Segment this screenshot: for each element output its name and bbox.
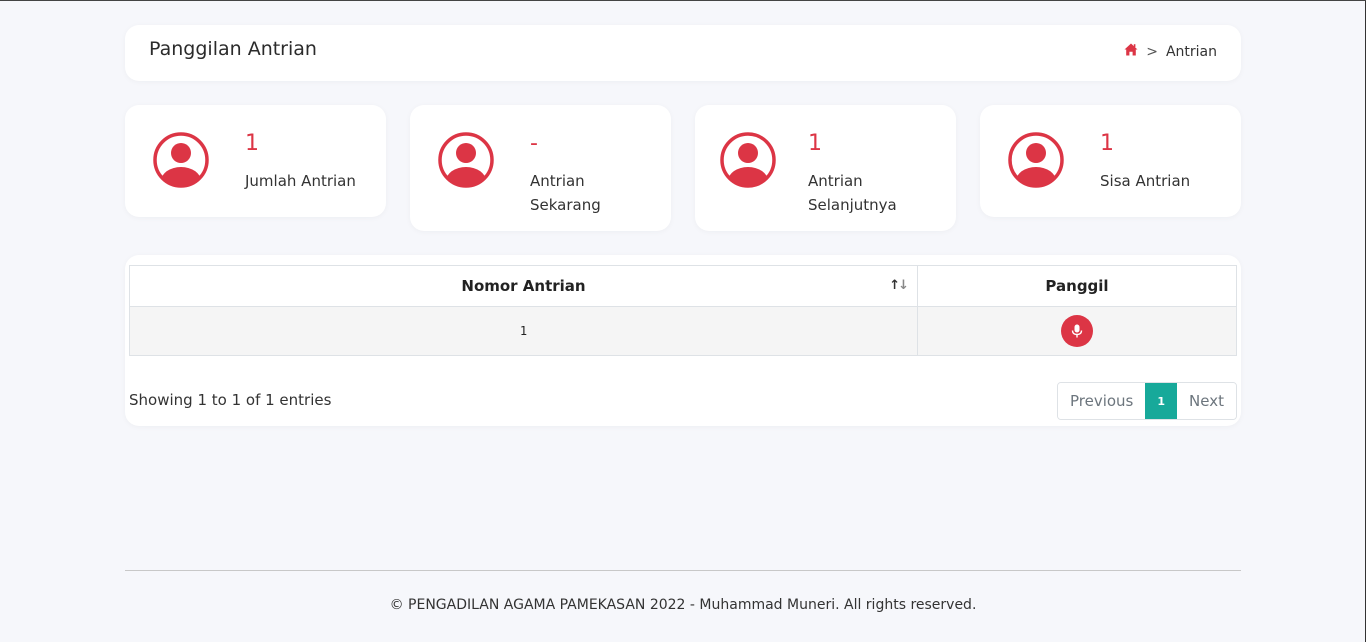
breadcrumb: > Antrian <box>1124 43 1217 60</box>
stat-card-antrian-selanjutnya: 1 Antrian Selanjutnya <box>695 105 956 231</box>
stat-value: - <box>530 131 538 156</box>
cell-nomor-antrian: 1 <box>129 306 918 356</box>
stat-value: 1 <box>1100 131 1114 156</box>
pagination: Previous 1 Next <box>1056 382 1237 420</box>
table-header-row: Nomor Antrian ↑↓ Panggil <box>129 265 1237 307</box>
footer-text: © PENGADILAN AGAMA PAMEKASAN 2022 - Muha… <box>389 597 977 613</box>
home-icon[interactable] <box>1124 43 1138 60</box>
stat-value: 1 <box>808 131 822 156</box>
queue-table-panel: Nomor Antrian ↑↓ Panggil 1 Showing 1 to … <box>125 255 1241 426</box>
user-circle-icon <box>1008 132 1064 188</box>
stat-card-antrian-sekarang: - Antrian Sekarang <box>410 105 671 231</box>
next-page-button[interactable]: Next <box>1177 383 1236 419</box>
user-circle-icon <box>720 132 776 188</box>
breadcrumb-current: Antrian <box>1165 43 1217 60</box>
user-circle-icon <box>153 132 209 188</box>
table-row: 1 <box>129 306 1237 356</box>
microphone-icon <box>1071 324 1083 338</box>
footer-divider <box>125 570 1241 571</box>
call-button[interactable] <box>1061 315 1093 347</box>
stat-value: 1 <box>245 131 259 156</box>
stat-card-sisa-antrian: 1 Sisa Antrian <box>980 105 1241 217</box>
page-1-button[interactable]: 1 <box>1145 383 1178 419</box>
queue-table: Nomor Antrian ↑↓ Panggil 1 <box>129 265 1237 356</box>
stat-label: Antrian Sekarang <box>530 172 601 214</box>
cell-panggil <box>917 306 1237 356</box>
page-title: Panggilan Antrian <box>149 38 317 60</box>
stat-label: Jumlah Antrian <box>245 172 356 190</box>
user-circle-icon <box>438 132 494 188</box>
column-header-panggil: Panggil <box>917 265 1237 307</box>
stat-label: Sisa Antrian <box>1100 172 1191 190</box>
table-info: Showing 1 to 1 of 1 entries <box>129 391 332 409</box>
stat-card-jumlah-antrian: 1 Jumlah Antrian <box>125 105 386 217</box>
stat-label: Antrian Selanjutnya <box>808 172 897 214</box>
column-header-nomor-antrian[interactable]: Nomor Antrian ↑↓ <box>129 265 918 307</box>
breadcrumb-separator: > <box>1146 43 1158 60</box>
page-header: Panggilan Antrian > Antrian <box>125 25 1241 81</box>
sort-icon[interactable]: ↑↓ <box>889 278 909 293</box>
previous-page-button[interactable]: Previous <box>1057 383 1146 419</box>
